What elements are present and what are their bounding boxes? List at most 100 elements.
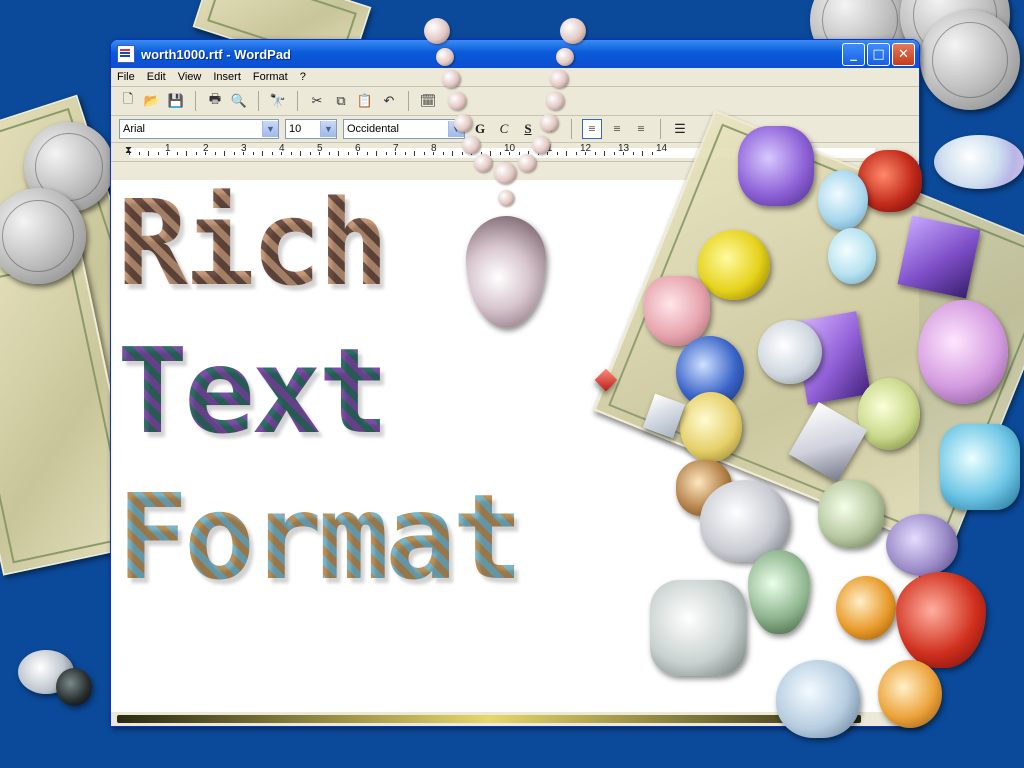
ruler-tick <box>556 152 558 155</box>
necklace-bead <box>540 114 558 132</box>
opal-gem <box>934 135 1024 189</box>
script-select[interactable]: Occidental ▼ <box>343 119 465 139</box>
ruler-tick <box>157 152 159 155</box>
paste-icon[interactable]: 📋 <box>356 92 374 110</box>
toolbar-separator <box>571 119 572 139</box>
undo-icon[interactable]: ↶ <box>380 92 398 110</box>
print-icon[interactable]: 🖶 <box>206 92 224 110</box>
chevron-down-icon[interactable]: ▼ <box>262 121 278 137</box>
new-icon[interactable]: 🗋 <box>119 92 137 110</box>
font-select[interactable]: Arial ▼ <box>119 119 279 139</box>
amethyst-gem <box>738 126 814 206</box>
blue-topaz-gem <box>940 424 1020 510</box>
chevron-down-icon[interactable]: ▼ <box>320 121 336 137</box>
bullets-icon[interactable]: ☰ <box>671 120 689 138</box>
necklace-bead <box>474 154 492 172</box>
ruler-tick <box>594 152 596 155</box>
ruler-tick <box>290 152 292 155</box>
necklace-bead <box>498 190 514 206</box>
ruler-number: 6 <box>355 143 361 154</box>
close-button[interactable]: ✕ <box>892 42 915 66</box>
horizontal-scrollbar[interactable] <box>117 715 861 723</box>
necklace-bead <box>448 92 466 110</box>
pink-gem <box>644 276 710 346</box>
ruler-tick <box>632 152 634 155</box>
orange-sapphire-gem <box>836 576 896 640</box>
align-right-icon[interactable]: ≡ <box>632 120 650 138</box>
ruler-tick <box>613 152 615 155</box>
print-preview-icon[interactable]: 🔍 <box>230 92 248 110</box>
menu-view[interactable]: View <box>178 71 202 83</box>
align-left-icon[interactable]: ≡ <box>582 119 602 139</box>
ruler-tick <box>195 152 197 155</box>
standard-toolbar: 🗋 📂 💾 🖶 🔍 🔭 ✂ ⧉ 📋 ↶ 🗓 <box>111 87 919 116</box>
bold-button[interactable]: G <box>471 120 489 138</box>
menu-help[interactable]: ? <box>300 71 306 83</box>
pink-oval-gem <box>918 300 1008 404</box>
violet-cluster-gem <box>886 514 958 576</box>
ruler-tick <box>651 152 653 155</box>
ruler-tick <box>642 151 643 156</box>
ruler-tick <box>461 152 463 155</box>
ruler-tick <box>490 151 491 156</box>
ruler-tick <box>271 152 273 155</box>
date-time-icon[interactable]: 🗓 <box>419 92 437 110</box>
toolbar-separator <box>408 91 409 111</box>
ruler-number: 2 <box>203 143 209 154</box>
black-drop-gem <box>56 668 92 706</box>
italic-button[interactable]: C <box>495 120 513 138</box>
jeweled-text-line-1: Rich <box>117 174 389 312</box>
ruler-number: 8 <box>431 143 437 154</box>
necklace-bead <box>546 92 564 110</box>
find-icon[interactable]: 🔭 <box>269 92 287 110</box>
amethyst-square-gem <box>897 215 981 299</box>
window-title: worth1000.rtf - WordPad <box>141 46 292 62</box>
size-select-value: 10 <box>289 123 302 135</box>
ruler-number: 7 <box>393 143 399 154</box>
minimize-button[interactable]: _ <box>842 42 865 66</box>
ruler-tick <box>328 152 330 155</box>
ruler-tick <box>309 152 311 155</box>
cut-icon[interactable]: ✂ <box>308 92 326 110</box>
toolbar-separator <box>660 119 661 139</box>
blue-white-pear-gem <box>776 660 860 738</box>
script-select-value: Occidental <box>347 123 399 135</box>
ruler-tick <box>252 152 254 155</box>
align-center-icon[interactable]: ≡ <box>608 120 626 138</box>
underline-button[interactable]: S <box>519 120 537 138</box>
ruler-tick <box>423 152 425 155</box>
menu-file[interactable]: File <box>117 71 135 83</box>
ruler-tick <box>233 152 235 155</box>
save-icon[interactable]: 💾 <box>167 92 185 110</box>
ruler-tick <box>138 152 140 155</box>
indent-marker-icon[interactable]: ⧗ <box>125 145 132 156</box>
necklace-bead <box>560 18 586 44</box>
orange-oval-gem <box>878 660 942 728</box>
citrine-gem <box>698 230 770 300</box>
title-bar[interactable]: worth1000.rtf - WordPad _ □ ✕ <box>111 40 919 68</box>
toolbar-separator <box>258 91 259 111</box>
ruler-number: 13 <box>618 143 630 154</box>
menu-edit[interactable]: Edit <box>147 71 166 83</box>
ruler-tick <box>566 151 567 156</box>
ruler-tick <box>300 151 301 156</box>
ruler-number: 10 <box>504 143 516 154</box>
maximize-button[interactable]: □ <box>867 42 890 66</box>
open-icon[interactable]: 📂 <box>143 92 161 110</box>
ruler-tick <box>414 151 415 156</box>
topaz-blue-gem <box>818 170 868 230</box>
ruler-tick <box>452 151 453 156</box>
green-diamond-gem <box>818 480 884 548</box>
size-select[interactable]: 10 ▼ <box>285 119 337 139</box>
aquamarine-gem <box>828 228 876 284</box>
menu-format[interactable]: Format <box>253 71 288 83</box>
ruler-tick <box>347 152 349 155</box>
ruler-tick <box>575 152 577 155</box>
ruler-tick <box>518 152 520 155</box>
diamond-gem <box>758 320 822 384</box>
copy-icon[interactable]: ⧉ <box>332 92 350 110</box>
ruler-number: 14 <box>656 143 668 154</box>
toolbar-separator <box>195 91 196 111</box>
wordpad-app-icon <box>117 45 135 63</box>
menu-insert[interactable]: Insert <box>213 71 241 83</box>
